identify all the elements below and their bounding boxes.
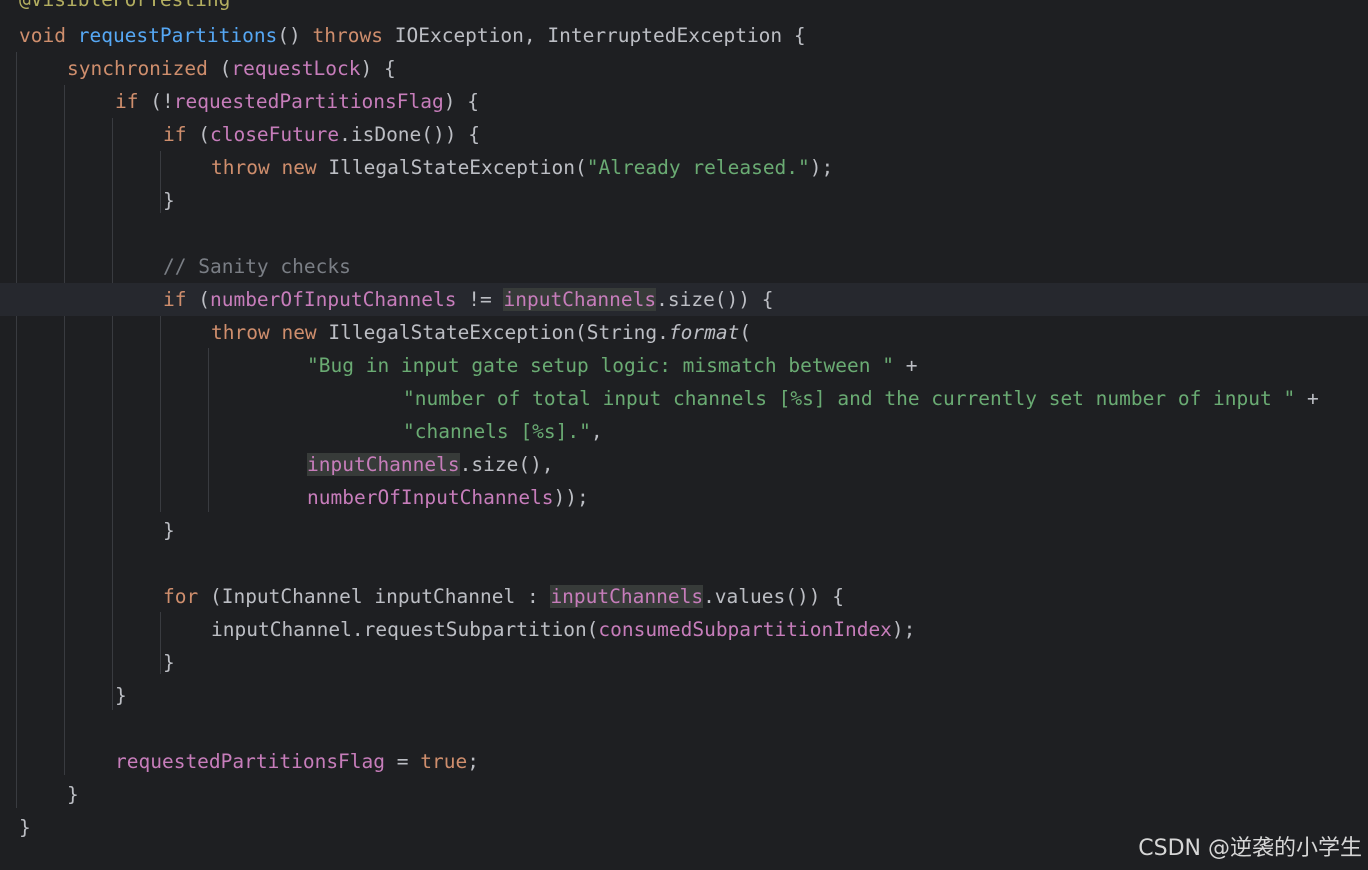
field-token: consumedSubpartitionIndex (598, 618, 892, 641)
code-text: ( (186, 288, 210, 311)
code-text: ); (891, 618, 916, 641)
code-line[interactable]: inputChannels.size(), (0, 448, 1368, 481)
code-line[interactable]: inputChannel.requestSubpartition(consume… (0, 613, 1368, 646)
keyword-token: for (163, 585, 199, 608)
code-line[interactable]: synchronized (requestLock) { (0, 52, 1368, 85)
code-line[interactable]: } (0, 514, 1368, 547)
code-line[interactable]: if (closeFuture.isDone()) { (0, 118, 1368, 151)
keyword-token: new (281, 321, 317, 344)
code-text: ) { (360, 57, 396, 80)
field-token: requestedPartitionsFlag (115, 750, 386, 773)
code-text: IOException, InterruptedException { (383, 24, 806, 47)
code-line[interactable]: if (!requestedPartitionsFlag) { (0, 85, 1368, 118)
keyword-token: if (163, 288, 187, 311)
string-literal: "Already released." (586, 156, 810, 179)
keyword-token: if (163, 123, 187, 146)
code-line[interactable]: } (0, 679, 1368, 712)
code-text: != (456, 288, 504, 311)
code-text: inputChannel.requestSubpartition( (211, 618, 599, 641)
code-line[interactable]: for (InputChannel inputChannel : inputCh… (0, 580, 1368, 613)
code-text: ) { (443, 90, 479, 113)
code-line[interactable]: numberOfInputChannels)); (0, 481, 1368, 514)
code-text: ( (186, 123, 210, 146)
keyword-token: new (281, 156, 317, 179)
code-text: ; (467, 750, 479, 773)
watermark-text: CSDN @逆袭的小学生 (1138, 836, 1362, 861)
code-text: (InputChannel inputChannel : (198, 585, 551, 608)
string-literal: "Bug in input gate setup logic: mismatch… (307, 354, 894, 377)
keyword-token: if (115, 90, 139, 113)
field-token: numberOfInputChannels (209, 288, 457, 311)
code-line[interactable]: "channels [%s].", (0, 415, 1368, 448)
field-token-highlighted: inputChannels (550, 585, 704, 608)
code-text: ( (207, 57, 232, 80)
code-line[interactable]: throw new IllegalStateException("Already… (0, 151, 1368, 184)
code-line[interactable]: } (0, 184, 1368, 217)
static-method-token: format (668, 321, 740, 344)
code-line[interactable]: "Bug in input gate setup logic: mismatch… (0, 349, 1368, 382)
code-text: )); (553, 486, 589, 509)
code-text: } (115, 684, 127, 707)
code-text: ); (809, 156, 834, 179)
code-line[interactable]: } (0, 646, 1368, 679)
code-text: } (19, 816, 31, 839)
field-token: requestedPartitionsFlag (173, 90, 444, 113)
code-text: } (163, 519, 175, 542)
field-token-highlighted: inputChannels (307, 453, 460, 476)
code-text: () (277, 24, 313, 47)
field-token: closeFuture (209, 123, 340, 146)
keyword-token: throw (211, 321, 270, 344)
field-token-highlighted: inputChannels (503, 288, 657, 311)
string-literal: "channels [%s]." (403, 420, 591, 443)
method-name-token: requestPartitions (77, 24, 278, 47)
code-text: .size()) { (656, 288, 774, 311)
code-text: IllegalStateException( (316, 156, 587, 179)
code-line-current[interactable]: if (numberOfInputChannels != inputChanne… (0, 283, 1368, 316)
code-text: } (163, 189, 175, 212)
code-line[interactable]: requestedPartitionsFlag = true; (0, 745, 1368, 778)
keyword-token: synchronized (67, 57, 208, 80)
comment-token: // Sanity checks (163, 255, 351, 278)
code-text: } (67, 783, 79, 806)
code-text: , (590, 420, 603, 443)
code-text: IllegalStateException(String. (316, 321, 669, 344)
field-token: numberOfInputChannels (307, 486, 554, 509)
code-text: .values()) { (703, 585, 844, 608)
keyword-token: void (19, 24, 66, 47)
code-text: } (163, 651, 175, 674)
code-line[interactable]: } (0, 778, 1368, 811)
code-text: (! (138, 90, 174, 113)
keyword-token: throws (312, 24, 383, 47)
code-line[interactable]: @VisibleForTesting (0, 0, 1368, 16)
code-text: + (894, 354, 918, 377)
code-text: ( (739, 321, 752, 344)
code-line[interactable]: "number of total input channels [%s] and… (0, 382, 1368, 415)
annotation-token: @VisibleForTesting (19, 0, 230, 11)
code-line[interactable]: // Sanity checks (0, 250, 1368, 283)
keyword-token: true (420, 750, 468, 773)
code-text: + (1295, 387, 1319, 410)
code-text: .size(), (459, 453, 554, 476)
code-text: = (385, 750, 421, 773)
code-editor[interactable]: @VisibleForTesting void requestPartition… (0, 0, 1368, 870)
field-token: requestLock (231, 57, 361, 80)
code-line[interactable]: void requestPartitions() throws IOExcept… (0, 19, 1368, 52)
string-literal: "number of total input channels [%s] and… (403, 387, 1296, 410)
code-text: .isDone()) { (339, 123, 480, 146)
keyword-token: throw (211, 156, 270, 179)
code-line[interactable]: throw new IllegalStateException(String.f… (0, 316, 1368, 349)
